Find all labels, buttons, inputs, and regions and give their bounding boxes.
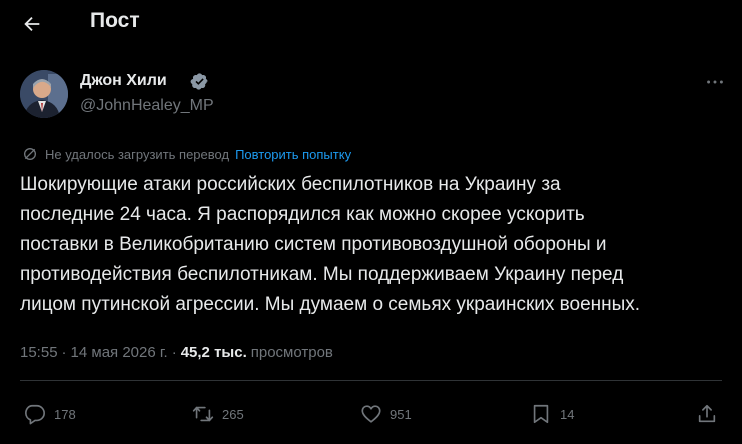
arrow-left-icon <box>24 16 40 32</box>
reply-count: 178 <box>54 406 76 422</box>
repost-icon <box>192 406 214 422</box>
post-text-line: лицом путинской агрессии. Мы думаем о се… <box>20 294 641 315</box>
more-horizontal-icon <box>707 80 723 84</box>
bookmark-icon <box>533 404 549 424</box>
reply-button[interactable]: 178 <box>24 396 76 432</box>
bookmark-button[interactable]: 14 <box>530 396 574 432</box>
heart-icon <box>361 405 381 423</box>
avatar-image <box>20 70 68 118</box>
author-avatar[interactable] <box>20 70 68 118</box>
author-name[interactable]: Джон Хили <box>80 72 167 90</box>
back-button[interactable] <box>14 6 50 42</box>
like-button[interactable]: 951 <box>360 396 412 432</box>
bookmark-count: 14 <box>560 406 575 422</box>
post-text-line: противодействия беспилотникам. Мы поддер… <box>20 264 624 285</box>
like-count: 951 <box>390 406 412 422</box>
meta-separator: · <box>61 343 67 361</box>
post-date[interactable]: 14 мая 2026 г. <box>71 344 168 361</box>
post-meta: 15:55 · 14 мая 2026 г. · 45,2 тыс. просм… <box>20 342 333 362</box>
verified-badge-icon <box>190 73 208 90</box>
meta-separator: · <box>171 343 177 361</box>
repost-button[interactable]: 265 <box>192 396 244 432</box>
post-text: Шокирующие атаки российских беспилотнико… <box>20 170 720 320</box>
reply-icon <box>25 404 45 425</box>
share-button[interactable] <box>696 396 718 432</box>
share-icon <box>698 404 716 423</box>
translation-status: Не удалось загрузить перевод Повторить п… <box>22 145 351 163</box>
repost-count: 265 <box>222 406 244 422</box>
retry-translation-link[interactable]: Повторить попытку <box>235 147 351 162</box>
divider <box>20 380 722 381</box>
action-bar: 178 265 951 14 <box>0 396 742 432</box>
author-handle[interactable]: @JohnHealey_MP <box>80 97 214 115</box>
more-options-button[interactable] <box>700 72 730 92</box>
post-text-line: Шокирующие атаки российских беспилотнико… <box>20 174 561 195</box>
translation-failed-text: Не удалось загрузить перевод <box>45 146 230 162</box>
translate-off-icon <box>24 148 36 160</box>
top-bar: Пост <box>0 0 742 46</box>
page-title: Пост <box>90 9 140 32</box>
post-time[interactable]: 15:55 <box>20 344 58 361</box>
post-text-line: поставки в Великобританию систем противо… <box>20 234 607 255</box>
post-text-line: последние 24 часа. Я распорядился как мо… <box>20 204 585 225</box>
views-label: просмотров <box>250 343 333 361</box>
views-count[interactable]: 45,2 тыс. <box>181 344 247 361</box>
